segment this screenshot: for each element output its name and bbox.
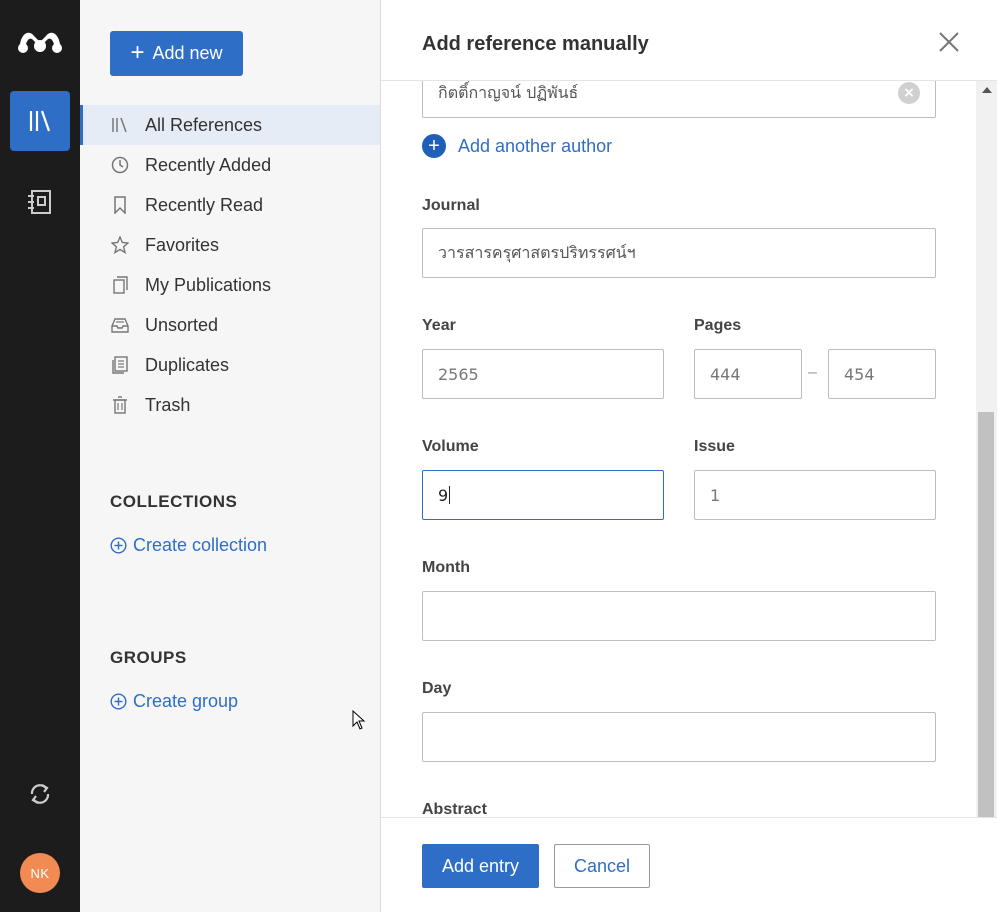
day-label: Day — [422, 680, 452, 697]
scroll-up-icon[interactable] — [982, 87, 992, 93]
sidebar-item-label: Duplicates — [145, 354, 230, 375]
library-icon — [110, 115, 130, 135]
notebook-nav-button[interactable] — [22, 184, 58, 220]
dialog-body: กิตติ์กาญจน์ ปฏิพันธ์ × + Add another au… — [381, 81, 976, 817]
pages-to-value: 454 — [844, 364, 875, 384]
scroll-thumb[interactable] — [978, 412, 994, 827]
cancel-button[interactable]: Cancel — [554, 844, 650, 888]
add-reference-dialog: Add reference manually กิตติ์กาญจน์ ปฏิพ… — [380, 0, 997, 912]
clear-author-icon[interactable]: × — [898, 82, 920, 104]
journal-field[interactable]: วารสารครุศาสตรปริทรรศน์ฯ — [422, 228, 936, 278]
issue-label: Issue — [694, 438, 735, 455]
plus-icon: + — [422, 134, 446, 158]
text-caret — [449, 486, 451, 504]
sidebar-item-label: Recently Read — [145, 194, 264, 215]
author-field[interactable]: กิตติ์กาญจน์ ปฏิพันธ์ × — [422, 81, 936, 118]
sidebar-item-label: My Publications — [145, 274, 272, 295]
dialog-footer: Add entry Cancel — [381, 817, 997, 912]
volume-field[interactable]: 9 — [422, 470, 664, 520]
sidebar-item-favorites[interactable]: Favorites — [80, 225, 380, 265]
create-collection-label: Create collection — [133, 535, 268, 555]
bookmark-icon — [110, 195, 130, 215]
journal-value: วารสารครุศาสตรปริทรรศน์ฯ — [438, 242, 636, 262]
sync-icon — [30, 784, 50, 804]
pages-from-field[interactable]: 444 — [694, 349, 802, 399]
day-field[interactable] — [422, 712, 936, 762]
journal-label: Journal — [422, 197, 480, 214]
sidebar-item-my-publications[interactable]: My Publications — [80, 265, 380, 305]
volume-value: 9 — [438, 485, 449, 505]
add-new-button[interactable]: + Add new — [110, 31, 243, 76]
sidebar-item-recently-added[interactable]: Recently Added — [80, 145, 380, 185]
sidebar-item-label: All References — [145, 114, 263, 135]
author-value: กิตติ์กาญจน์ ปฏิพันธ์ — [438, 82, 579, 102]
pages-label: Pages — [694, 317, 742, 334]
add-author-label: Add another author — [458, 135, 613, 156]
close-icon[interactable] — [937, 30, 961, 54]
clock-icon — [110, 155, 130, 175]
sidebar-item-label: Trash — [145, 394, 191, 415]
year-label: Year — [422, 317, 456, 334]
dialog-title: Add reference manually — [422, 33, 649, 55]
user-avatar[interactable]: NK — [20, 853, 60, 893]
issue-field[interactable]: 1 — [694, 470, 936, 520]
sidebar-item-unsorted[interactable]: Unsorted — [80, 305, 380, 345]
sidebar-item-all-references[interactable]: All References — [80, 105, 380, 145]
month-label: Month — [422, 559, 470, 576]
library-nav: All References Recently Added Recently R… — [80, 105, 380, 425]
sidebar-item-label: Recently Added — [145, 154, 272, 175]
abstract-label: Abstract — [422, 801, 487, 817]
mouse-cursor-icon — [352, 710, 366, 730]
create-collection-link[interactable]: Create collection — [110, 535, 267, 556]
plus-circle-icon — [110, 693, 127, 710]
volume-label: Volume — [422, 438, 479, 455]
sidebar-item-label: Unsorted — [145, 314, 219, 335]
sidebar-item-recently-read[interactable]: Recently Read — [80, 185, 380, 225]
add-new-label: Add new — [152, 43, 223, 63]
plus-circle-icon — [110, 537, 127, 554]
library-icon — [29, 110, 51, 132]
inbox-icon — [110, 315, 130, 335]
pages-separator: – — [808, 364, 817, 381]
sidebar-item-duplicates[interactable]: Duplicates — [80, 345, 380, 385]
plus-icon: + — [130, 38, 145, 66]
publications-icon — [110, 275, 130, 295]
year-field[interactable]: 2565 — [422, 349, 664, 399]
dialog-scrollbar[interactable] — [976, 81, 997, 912]
pages-from-value: 444 — [710, 364, 741, 384]
add-entry-button[interactable]: Add entry — [422, 844, 539, 888]
mendeley-logo-icon[interactable] — [16, 24, 64, 58]
collections-heading: COLLECTIONS — [110, 492, 238, 511]
month-field[interactable] — [422, 591, 936, 641]
create-group-label: Create group — [133, 691, 239, 711]
issue-value: 1 — [710, 485, 721, 505]
sync-button[interactable] — [22, 776, 58, 812]
sidebar-item-trash[interactable]: Trash — [80, 385, 380, 425]
sidebar: + Add new All References Recently Added … — [80, 0, 380, 912]
library-nav-button[interactable] — [10, 91, 70, 151]
app-rail: NK — [0, 0, 80, 912]
star-icon — [110, 235, 130, 255]
trash-icon — [110, 395, 130, 415]
groups-heading: GROUPS — [110, 648, 187, 667]
pages-to-field[interactable]: 454 — [828, 349, 936, 399]
notebook-icon — [28, 190, 51, 214]
add-another-author-button[interactable]: + Add another author — [422, 134, 612, 158]
year-value: 2565 — [438, 364, 479, 384]
dialog-header: Add reference manually — [381, 0, 997, 81]
duplicates-icon — [110, 355, 130, 375]
sidebar-item-label: Favorites — [145, 234, 220, 255]
create-group-link[interactable]: Create group — [110, 691, 238, 712]
